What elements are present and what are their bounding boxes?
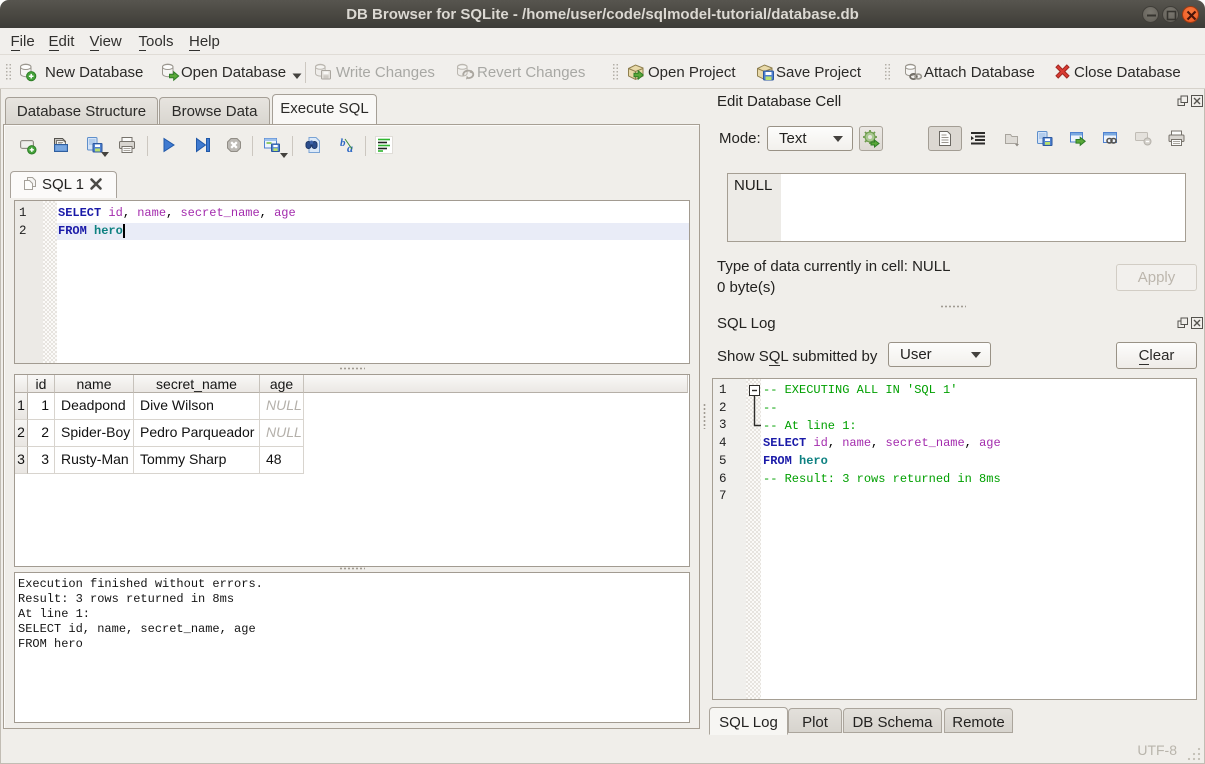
svg-text:b: b bbox=[340, 137, 346, 149]
